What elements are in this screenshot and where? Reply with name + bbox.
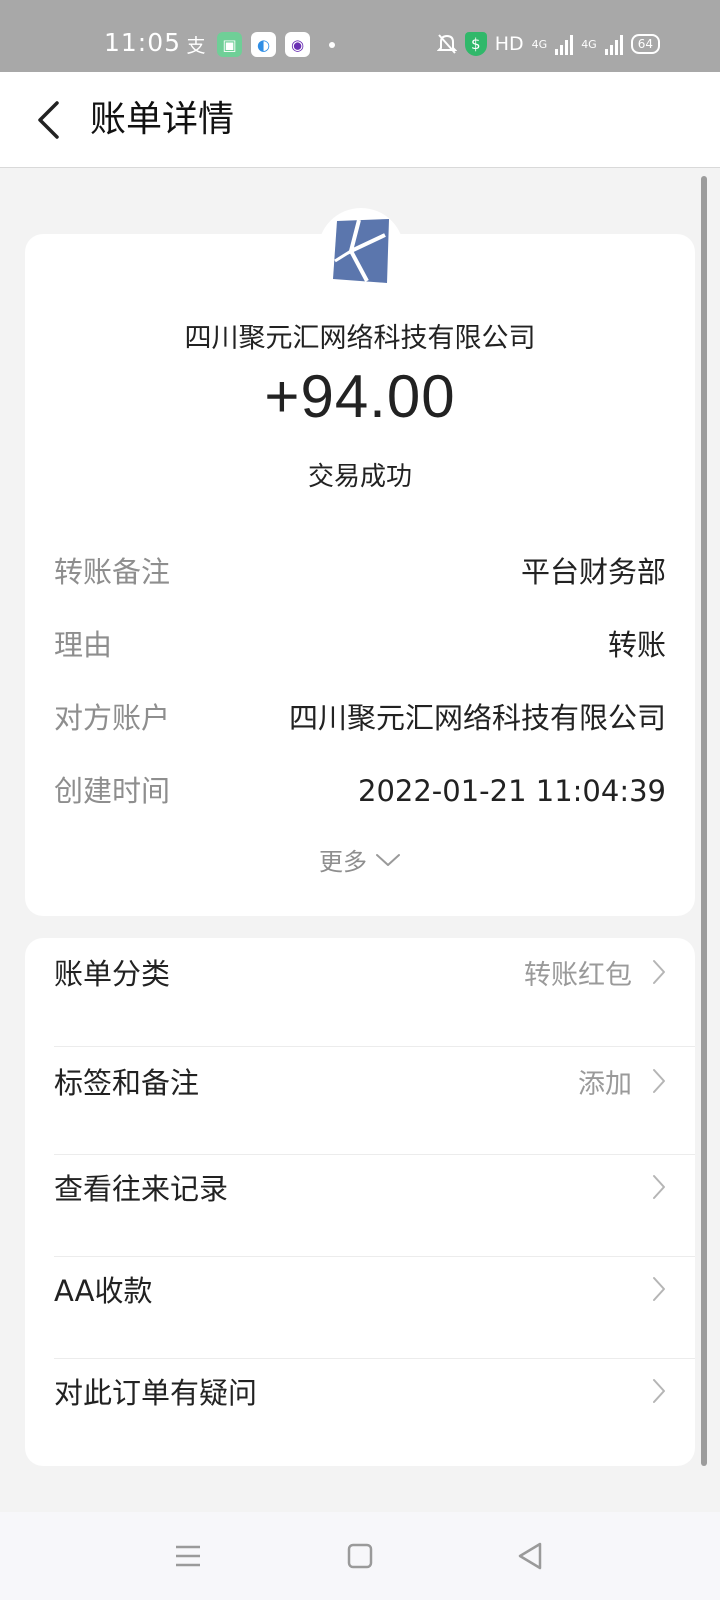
menu-item-aa-collection[interactable]: AA收款: [54, 1259, 666, 1319]
security-shield-icon: $: [464, 32, 487, 56]
chevron-right-icon: [653, 960, 665, 984]
camera-app-icon: ◉: [285, 32, 310, 57]
home-button[interactable]: [340, 1536, 380, 1576]
chevron-down-icon: [376, 853, 400, 866]
trade-status: 交易成功: [307, 462, 412, 492]
status-time: 11:05: [104, 28, 182, 57]
app-notification-icon: ▣: [217, 32, 242, 57]
signal-1-icon: [555, 33, 574, 55]
more-label: 更多: [319, 848, 367, 876]
alipay-icon: 支: [186, 35, 206, 57]
detail-label: 转账备注: [54, 555, 171, 589]
detail-label: 创建时间: [54, 774, 171, 808]
more-notifications-dot: [329, 41, 335, 48]
notification-icons: 支 ▣ ◐ ◉: [184, 32, 335, 57]
menu-label: 对此订单有疑问: [54, 1376, 258, 1410]
detail-value: 2022-01-21 11:04:39: [358, 774, 666, 808]
divider: [54, 1046, 695, 1047]
menu-item-transaction-history[interactable]: 查看往来记录: [54, 1157, 666, 1217]
menu-value: 转账红包: [524, 959, 632, 991]
back-button[interactable]: [28, 96, 68, 144]
divider: [54, 1256, 695, 1257]
detail-label: 理由: [54, 628, 113, 662]
menu-label: 标签和备注: [54, 1066, 200, 1100]
chevron-right-icon: [653, 1175, 665, 1199]
menu-label: 查看往来记录: [54, 1172, 229, 1206]
status-bar: 11:05 支 ▣ ◐ ◉ $ HD 4G 4G 64: [0, 0, 720, 72]
battery-icon: 64: [630, 34, 660, 54]
merchant-logo-icon: [333, 219, 389, 283]
back-nav-button[interactable]: [510, 1536, 550, 1576]
detail-value: 平台财务部: [520, 555, 666, 589]
amount: +94.00: [264, 363, 456, 430]
chevron-left-icon: [38, 101, 59, 139]
menu-item-category[interactable]: 账单分类 转账红包: [54, 942, 666, 1002]
mute-bell-icon: [436, 34, 457, 54]
merchant-logo: [318, 208, 404, 294]
menu-item-order-question[interactable]: 对此订单有疑问: [54, 1361, 666, 1421]
chevron-right-icon: [653, 1069, 665, 1093]
more-button[interactable]: 更多: [25, 842, 695, 877]
chevron-right-icon: [653, 1277, 665, 1301]
detail-row-remark: 转账备注 平台财务部: [54, 552, 666, 592]
scrollbar[interactable]: [701, 176, 707, 1466]
bill-actions-card: 账单分类 转账红包 标签和备注 添加 查看往来记录 AA收款 对此订单有疑问: [25, 938, 695, 1466]
system-status-icons: $ HD 4G 4G 64: [436, 32, 660, 56]
merchant-name: 四川聚元汇网络科技有限公司: [184, 323, 536, 354]
triangle-back-icon: [518, 1542, 542, 1570]
signal-2-type: 4G: [581, 37, 597, 51]
detail-value: 四川聚元汇网络科技有限公司: [288, 701, 666, 735]
detail-row-created-time: 创建时间 2022-01-21 11:04:39: [54, 771, 666, 811]
system-navigation-bar: [0, 1512, 720, 1600]
divider: [54, 1154, 695, 1155]
divider: [54, 1358, 695, 1359]
chevron-right-icon: [653, 1379, 665, 1403]
menu-label: AA收款: [54, 1274, 153, 1308]
menu-value: 添加: [578, 1068, 632, 1100]
menu-label: 账单分类: [54, 957, 171, 991]
detail-row-reason: 理由 转账: [54, 625, 666, 665]
menu-item-tags-notes[interactable]: 标签和备注 添加: [54, 1051, 666, 1111]
page-title: 账单详情: [90, 99, 235, 140]
signal-2-icon: [604, 33, 623, 55]
cloud-app-icon: ◐: [251, 32, 276, 57]
detail-row-counterparty: 对方账户 四川聚元汇网络科技有限公司: [54, 698, 666, 738]
square-icon: [347, 1543, 373, 1569]
recent-apps-button[interactable]: [168, 1536, 208, 1576]
detail-value: 转账: [607, 628, 666, 662]
hd-label: HD: [494, 33, 524, 55]
menu-icon: [176, 1545, 200, 1567]
signal-1-type: 4G: [531, 37, 548, 51]
detail-label: 对方账户: [54, 701, 171, 735]
bill-summary-card: 四川聚元汇网络科技有限公司 +94.00 交易成功 转账备注 平台财务部 理由 …: [25, 234, 695, 916]
app-header: 账单详情: [0, 72, 720, 168]
